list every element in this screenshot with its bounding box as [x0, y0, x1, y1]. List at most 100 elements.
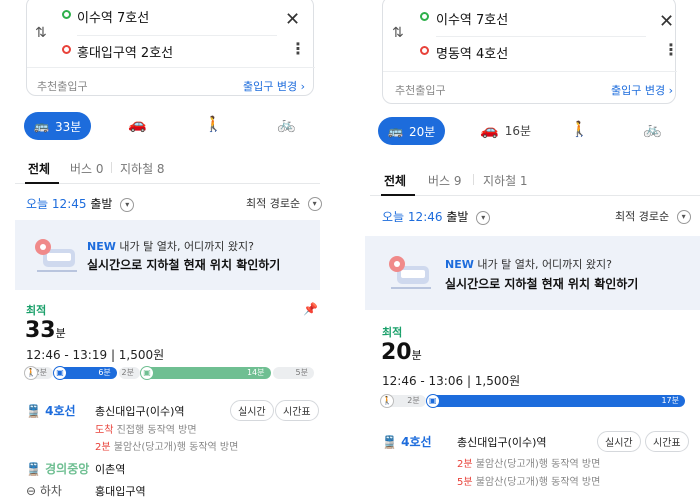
- recommended-exit-label: 추천출입구: [37, 80, 88, 93]
- banner-headline: NEW 내가 탈 열차, 어디까지 왔지?: [87, 238, 254, 254]
- leg-line-name: 🚆 4호선: [26, 404, 76, 418]
- origin-field[interactable]: 이수역 7호선: [436, 9, 508, 28]
- banner-question: 내가 탈 열차, 어디까지 왔지?: [473, 258, 612, 271]
- new-badge: NEW: [87, 240, 116, 253]
- route-panel-left: ⇅ 이수역 7호선 ✕ 홍대입구역 2호선 ⋮ 추천출입구 출입구 변경 › 🚌…: [0, 0, 330, 500]
- walking-person-icon: 🚶: [24, 366, 38, 380]
- arrival-info-1: 2분 불암산(당고개)행 동작역 방면: [457, 459, 601, 470]
- departure-time: 12:46: [407, 210, 443, 224]
- departure-time: 12:45: [51, 197, 87, 211]
- leg-station: 홍대입구역: [95, 485, 146, 498]
- chevron-down-icon: ▾: [120, 197, 135, 212]
- timetable-button[interactable]: 시간표: [275, 400, 319, 421]
- car-time: 16분: [504, 124, 531, 138]
- change-exit-link[interactable]: 출입구 변경 ›: [611, 82, 673, 98]
- arrival-info-1: 도착 진접행 동작역 방면: [95, 425, 197, 436]
- bicycle-icon: 🚲: [643, 120, 662, 138]
- close-icon[interactable]: ✕: [285, 11, 300, 29]
- destination-dot-icon: [420, 46, 429, 55]
- departure-day: 오늘: [382, 210, 405, 224]
- car-mode-button[interactable]: 🚗: [128, 117, 153, 132]
- tab-subway[interactable]: 지하철 8: [120, 160, 165, 177]
- tab-all[interactable]: 전체: [28, 160, 50, 177]
- arrival-info-2: 2분 불암산(당고개)행 동작역 방면: [95, 442, 239, 453]
- more-options-icon[interactable]: ⋮: [290, 41, 306, 57]
- banner-question: 내가 탈 열차, 어디까지 왔지?: [115, 240, 254, 253]
- divider: [383, 71, 677, 72]
- bike-mode-button[interactable]: 🚲: [277, 117, 296, 132]
- divider: [77, 35, 277, 36]
- banner-cta: 실시간으로 지하철 현재 위치 확인하기: [445, 277, 639, 291]
- walk-mode-button[interactable]: 🚶: [204, 117, 223, 132]
- route-input-card: ⇅ 이수역 7호선 ✕ 홍대입구역 2호선 ⋮ 추천출입구 출입구 변경 ›: [26, 0, 315, 96]
- timetable-button[interactable]: 시간표: [645, 431, 689, 452]
- train-icon: ▣: [140, 366, 154, 380]
- destination-field[interactable]: 명동역 4호선: [436, 43, 508, 62]
- route-segment-bar: 2분 🚶 6분 ▣ 2분 14분 ▣ 5분: [24, 366, 316, 380]
- more-options-icon[interactable]: ⋮: [663, 42, 679, 58]
- car-mode-button[interactable]: 🚗 16분: [480, 122, 531, 139]
- destination-dot-icon: [62, 45, 71, 54]
- transit-time: 33분: [54, 119, 82, 134]
- sort-selector[interactable]: 최적 경로순 ▾: [246, 195, 322, 211]
- recommended-exit-label: 추천출입구: [395, 84, 446, 97]
- change-exit-link[interactable]: 출입구 변경 ›: [243, 78, 305, 94]
- bicycle-icon: 🚲: [277, 115, 296, 133]
- sort-label: 최적 경로순: [246, 197, 301, 210]
- pin-icon[interactable]: 📌: [303, 302, 318, 316]
- swap-icon[interactable]: ⇅: [392, 25, 404, 41]
- close-icon[interactable]: ✕: [659, 13, 674, 31]
- sort-selector[interactable]: 최적 경로순 ▾: [615, 208, 691, 224]
- arrival-info-2: 5분 불암산(당고개)행 동작역 방면: [457, 477, 601, 488]
- swap-icon[interactable]: ⇅: [35, 25, 47, 41]
- chevron-down-icon: ▾: [676, 210, 691, 224]
- train-icon: ▣: [425, 394, 440, 408]
- leg-station: 총신대입구(이수)역: [457, 436, 547, 449]
- active-tab-underline: [381, 194, 415, 196]
- tab-separator: [473, 174, 474, 185]
- train-map-illustration-icon: [389, 256, 431, 289]
- chevron-down-icon: ▾: [307, 197, 322, 211]
- leg-station: 이촌역: [95, 463, 126, 476]
- realtime-train-banner[interactable]: NEW 내가 탈 열차, 어디까지 왔지? 실시간으로 지하철 현재 위치 확인…: [365, 236, 700, 310]
- route-segment-bar: 2분 🚶 17분 ▣: [380, 394, 687, 408]
- route-type-tabs: 전체 버스 0 지하철 8: [15, 148, 320, 184]
- minutes-unit: 분: [411, 349, 422, 362]
- total-duration: 33분: [25, 318, 66, 343]
- leg-station: 총신대입구(이수)역: [95, 405, 185, 418]
- departure-suffix: 출발: [90, 197, 113, 211]
- departure-day: 오늘: [26, 197, 49, 211]
- total-minutes: 33: [25, 318, 56, 343]
- walking-person-icon: 🚶: [570, 120, 589, 138]
- walk-mode-button[interactable]: 🚶: [570, 122, 589, 137]
- route-panel-right: ⇅ 이수역 7호선 ✕ 명동역 4호선 ⋮ 추천출입구 출입구 변경 › 🚌 2…: [365, 0, 700, 500]
- tab-bus[interactable]: 버스 9: [428, 172, 462, 189]
- leg-line-name: 🚆 4호선: [382, 435, 432, 449]
- departure-selector[interactable]: 오늘 12:45 출발 ▾: [26, 195, 135, 212]
- banner-cta: 실시간으로 지하철 현재 위치 확인하기: [87, 258, 281, 272]
- bike-mode-button[interactable]: 🚲: [643, 122, 662, 137]
- best-route-badge: 최적: [26, 304, 47, 317]
- realtime-button[interactable]: 실시간: [230, 400, 274, 421]
- tab-separator: [111, 162, 112, 173]
- tab-subway[interactable]: 지하철 1: [483, 172, 528, 189]
- divider: [27, 67, 315, 68]
- sort-label: 최적 경로순: [615, 210, 670, 223]
- departure-selector[interactable]: 오늘 12:46 출발 ▾: [382, 208, 491, 225]
- car-icon: 🚗: [480, 121, 499, 139]
- destination-field[interactable]: 홍대입구역 2호선: [77, 42, 173, 61]
- new-badge: NEW: [445, 258, 474, 271]
- transit-mode-button[interactable]: 🚌 33분: [24, 112, 92, 140]
- realtime-button[interactable]: 실시간: [597, 431, 641, 452]
- tab-bus[interactable]: 버스 0: [70, 160, 104, 177]
- car-icon: 🚗: [128, 115, 147, 133]
- tab-all[interactable]: 전체: [384, 172, 406, 189]
- transit-mode-button[interactable]: 🚌 20분: [378, 117, 446, 145]
- chevron-down-icon: ▾: [476, 210, 491, 225]
- divider: [436, 36, 646, 37]
- bus-icon: 🚌: [34, 119, 49, 133]
- realtime-train-banner[interactable]: NEW 내가 탈 열차, 어디까지 왔지? 실시간으로 지하철 현재 위치 확인…: [15, 220, 320, 290]
- origin-field[interactable]: 이수역 7호선: [77, 7, 149, 26]
- route-type-tabs: 전체 버스 9 지하철 1: [370, 160, 700, 196]
- transit-time: 20분: [408, 124, 436, 139]
